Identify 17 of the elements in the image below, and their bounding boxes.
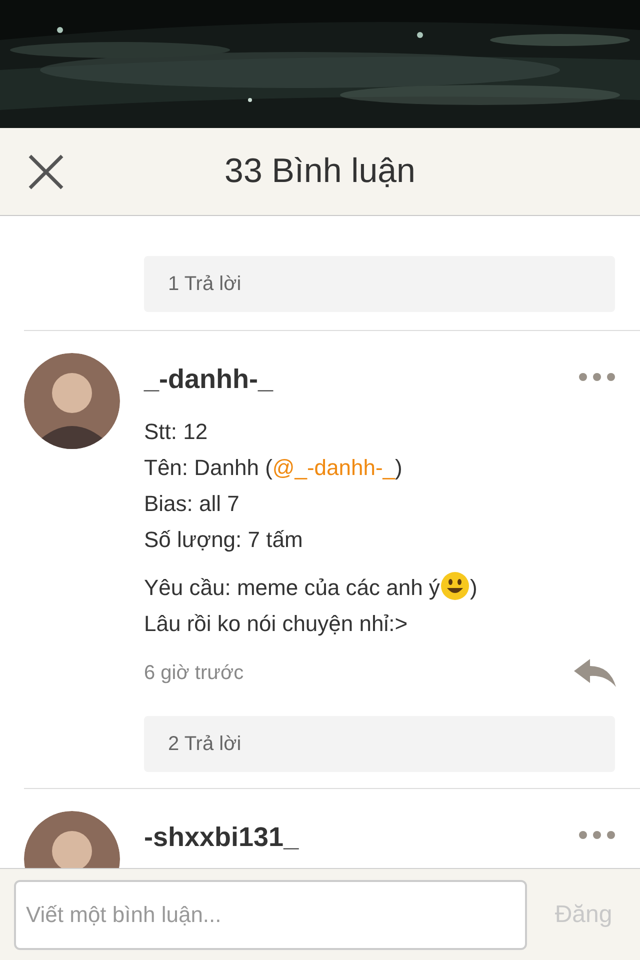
comment-line: Lâu rồi ko nói chuyện nhỉ:> (144, 610, 409, 638)
replies-button[interactable]: 1 Trả lời (144, 256, 615, 312)
more-icon[interactable] (578, 830, 616, 840)
author-name[interactable]: _-danhh-_ (144, 359, 274, 400)
close-button[interactable] (28, 154, 64, 190)
comment-line: Số lượng: 7 tấm (144, 526, 304, 554)
grin-emoji-icon (440, 570, 470, 600)
comment-line: Bias: all 7 (144, 490, 240, 518)
author-name[interactable]: -shxxbi131_ (144, 816, 299, 857)
comment-line: Tên: Danhh (@_-danhh-_) (144, 454, 404, 482)
replies-button[interactable]: 2 Trả lời (144, 716, 615, 772)
header-title: 33 Bình luận (224, 151, 416, 192)
comment-line: Stt: 12 (144, 418, 209, 446)
comment-line: Yêu cầu: meme của các anh ý ) (144, 570, 616, 606)
comment-time: 6 giờ trước (144, 660, 244, 686)
reply-icon[interactable] (574, 658, 616, 686)
more-icon[interactable] (578, 372, 616, 382)
